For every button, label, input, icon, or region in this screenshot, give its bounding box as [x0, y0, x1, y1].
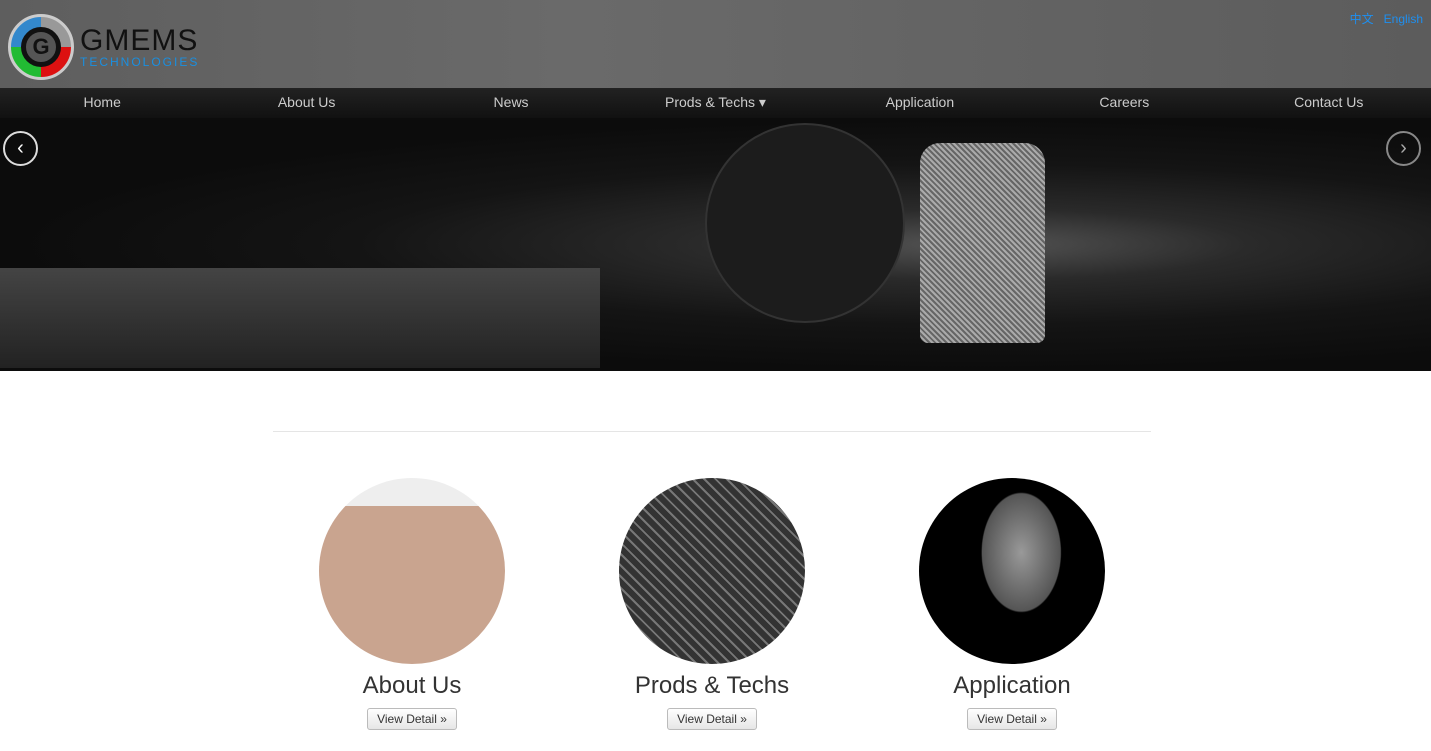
language-switch: 中文 English	[1340, 10, 1423, 27]
view-detail-button[interactable]: View Detail »	[967, 708, 1057, 730]
nav-contact[interactable]: Contact Us	[1227, 88, 1431, 118]
card-title: Application	[953, 672, 1071, 699]
divider	[273, 431, 1151, 432]
nav-home[interactable]: Home	[0, 88, 204, 118]
card-title: Prods & Techs	[634, 672, 790, 699]
lang-chinese[interactable]: 中文	[1350, 12, 1374, 26]
hero-image-background	[0, 268, 600, 368]
brand-sub: TECHNOLOGIES	[80, 55, 200, 69]
nav-application[interactable]: Application	[818, 88, 1022, 118]
carousel-prev-button[interactable]: ‹	[3, 131, 38, 166]
brand-name: GMEMS	[80, 24, 199, 57]
about-image	[319, 478, 505, 664]
nav-careers[interactable]: Careers	[1022, 88, 1226, 118]
card-title: About Us	[362, 672, 462, 699]
hero-carousel	[0, 118, 1431, 371]
nav-prods-techs[interactable]: Prods & Techs ▾	[613, 88, 817, 118]
prods-image	[619, 478, 805, 664]
lang-english[interactable]: English	[1384, 12, 1423, 26]
hero-image-microphone	[920, 143, 1045, 343]
card-about: About Us View Detail »	[262, 478, 562, 730]
nav-news[interactable]: News	[409, 88, 613, 118]
logo[interactable]: G GMEMS TECHNOLOGIES	[8, 14, 199, 80]
main-nav: Home About Us News Prods & Techs ▾ Appli…	[0, 88, 1431, 118]
card-application: Application View Detail »	[862, 478, 1162, 730]
application-image	[919, 478, 1105, 664]
header: G GMEMS TECHNOLOGIES 中文 English	[0, 0, 1431, 88]
card-prods: Prods & Techs View Detail »	[562, 478, 862, 730]
view-detail-button[interactable]: View Detail »	[667, 708, 757, 730]
logo-icon: G	[8, 14, 74, 80]
view-detail-button[interactable]: View Detail »	[367, 708, 457, 730]
hero-image-pop-filter	[705, 123, 905, 323]
carousel-next-button[interactable]: ›	[1386, 131, 1421, 166]
nav-about[interactable]: About Us	[204, 88, 408, 118]
